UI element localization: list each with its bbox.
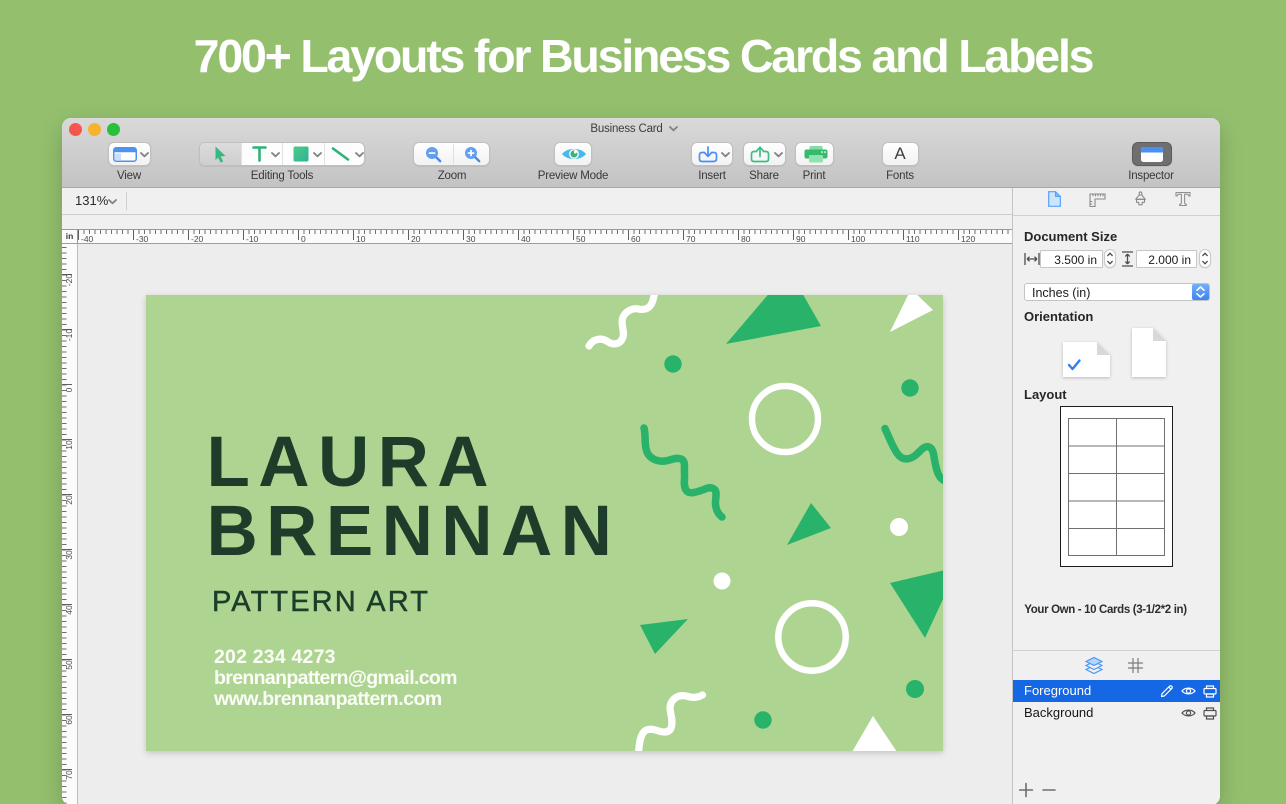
svg-text:BRENNAN: BRENNAN <box>207 492 621 571</box>
svg-text:PATTERN ART: PATTERN ART <box>212 586 430 618</box>
svg-text:202 234 4273: 202 234 4273 <box>214 646 336 668</box>
svg-text:LAURA: LAURA <box>207 423 497 502</box>
svg-text:www.brennanpattern.com: www.brennanpattern.com <box>213 688 442 710</box>
svg-text:brennanpattern@gmail.com: brennanpattern@gmail.com <box>214 667 457 689</box>
